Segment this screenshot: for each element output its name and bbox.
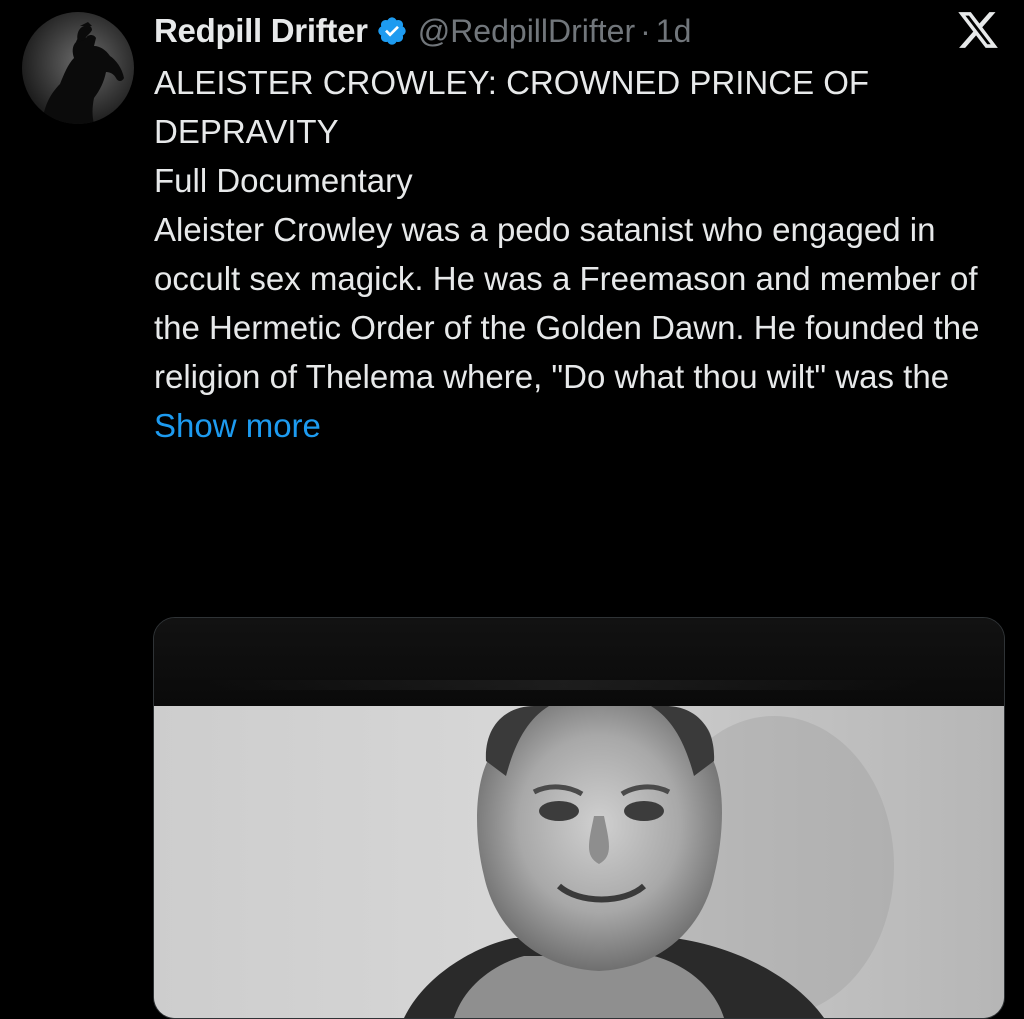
tweet-timestamp[interactable]: 1d [656,13,692,50]
author-handle[interactable]: @RedpillDrifter [418,13,635,50]
portrait-thumbnail-icon [154,706,1004,1018]
video-letterbox-bar [154,618,1004,706]
tweet-text: ALEISTER CROWLEY: CROWNED PRINCE OF DEPR… [154,58,1004,450]
tweet-subheading: Full Documentary [154,162,413,199]
author-display-name[interactable]: Redpill Drifter [154,12,368,50]
header-separator: · [640,12,651,49]
video-media-card[interactable] [153,617,1005,1019]
x-logo-icon[interactable] [955,8,1001,52]
show-more-link[interactable]: Show more [154,407,321,444]
video-thumbnail[interactable] [154,706,1004,1018]
horse-rider-icon [42,22,124,124]
tweet[interactable]: Redpill Drifter @RedpillDrifter · 1d ALE… [0,0,1024,1019]
tweet-headline: ALEISTER CROWLEY: CROWNED PRINCE OF DEPR… [154,64,870,150]
tweet-body-text: Aleister Crowley was a pedo satanist who… [154,211,980,395]
tweet-body: Aleister Crowley was a pedo satanist who… [154,205,1004,450]
verified-badge-icon[interactable] [376,15,408,47]
tweet-header: Redpill Drifter @RedpillDrifter · 1d [154,6,691,56]
author-avatar[interactable] [22,12,134,124]
